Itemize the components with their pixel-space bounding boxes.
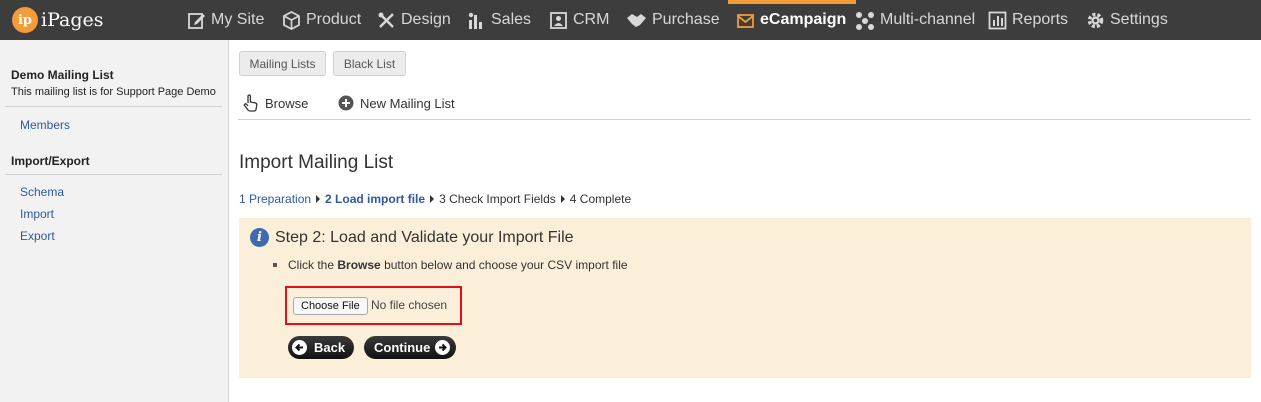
sidebar-divider [5,106,222,107]
sidebar-item-export[interactable]: Export [20,229,55,243]
tab-mailing-lists[interactable]: Mailing Lists [239,51,326,76]
nav-label: Sales [491,11,532,28]
choose-file-button[interactable]: Choose File [293,297,368,315]
continue-button[interactable]: Continue [364,336,456,359]
file-input-highlight: Choose File No file chosen [285,286,462,325]
back-label: Back [314,340,346,355]
nav-reports[interactable]: Reports [988,0,1068,40]
nav-multi-channel[interactable]: Multi-channel [855,0,975,40]
info-icon: i [250,228,269,247]
gear-icon [1087,12,1104,28]
panel-title: i Step 2: Load and Validate your Import … [250,228,574,247]
nav-label: Product [306,11,362,28]
file-status: No file chosen [371,298,448,312]
bullet-icon [273,263,277,267]
ipages-logo[interactable]: ip iPages [12,6,104,34]
chevron-right-icon [560,195,565,203]
panel-title-text: Step 2: Load and Validate your Import Fi… [275,228,574,246]
nav-label: My Site [211,11,265,28]
import-step-panel: i Step 2: Load and Validate your Import … [239,218,1251,378]
contact-card-icon [550,11,567,29]
instruction-bold: Browse [337,258,381,272]
sidebar-item-members[interactable]: Members [20,118,70,132]
sidebar-divider [5,174,222,175]
sidebar-item-import[interactable]: Import [20,207,54,221]
chevron-right-icon [316,195,321,203]
logo-badge: ip [12,7,38,33]
mailing-list-title: Demo Mailing List [11,68,114,82]
new-mailing-list-action[interactable]: New Mailing List [338,92,455,114]
back-button[interactable]: Back [288,336,354,359]
network-icon [856,11,874,30]
plus-circle-icon [338,95,354,111]
continue-label: Continue [374,340,431,355]
mailing-list-description: This mailing list is for Support Page De… [11,86,216,98]
logo-text: iPages [41,9,104,31]
instruction-suffix: button below and choose your CSV import … [384,258,628,272]
arrow-left-icon [292,340,307,355]
step-complete: 4 Complete [569,192,632,206]
nav-label: Design [401,11,451,28]
cube-icon [283,10,300,30]
step-breadcrumb: 1 Preparation 2 Load import file 3 Check… [239,192,631,206]
nav-label: CRM [573,11,610,28]
tab-black-list[interactable]: Black List [333,51,406,76]
new-mailing-list-label: New Mailing List [360,95,455,111]
hand-pointer-icon [243,94,258,112]
report-chart-icon [988,11,1007,29]
instruction-item: Click the Browse button below and choose… [273,258,628,272]
handshake-icon [627,13,646,27]
sidebar: Demo Mailing List This mailing list is f… [0,40,229,402]
arrow-right-icon [435,340,451,355]
nav-purchase[interactable]: Purchase [626,0,720,40]
page-title: Import Mailing List [239,152,394,173]
sidebar-item-schema[interactable]: Schema [20,185,64,199]
nav-sales[interactable]: Sales [467,0,531,40]
edit-icon [188,12,205,29]
nav-design[interactable]: Design [377,0,451,40]
nav-ecampaign[interactable]: eCampaign [727,0,857,40]
bar-chart-icon [468,12,482,29]
chevron-right-icon [430,195,435,203]
nav-label: Multi-channel [880,11,976,28]
nav-label: eCampaign [760,11,847,28]
nav-label: Settings [1110,11,1168,28]
nav-settings[interactable]: Settings [1086,0,1168,40]
step-load-import-file: 2 Load import file [325,192,426,206]
sidebar-section-heading: Import/Export [11,154,90,168]
envelope-icon [737,13,754,28]
action-divider [238,119,1251,120]
instruction-prefix: Click the [288,258,335,272]
browse-label: Browse [265,95,309,111]
step-check-import-fields: 3 Check Import Fields [439,192,556,206]
design-tools-icon [378,12,394,28]
step-preparation[interactable]: 1 Preparation [239,192,311,206]
nav-my-site[interactable]: My Site [187,0,264,40]
nav-label: Reports [1012,11,1069,28]
nav-crm[interactable]: CRM [549,0,609,40]
top-nav-bar: ip iPages My Site Product Design Sales C… [0,0,1261,40]
nav-product[interactable]: Product [282,0,361,40]
browse-action[interactable]: Browse [243,92,308,114]
nav-label: Purchase [652,11,720,28]
